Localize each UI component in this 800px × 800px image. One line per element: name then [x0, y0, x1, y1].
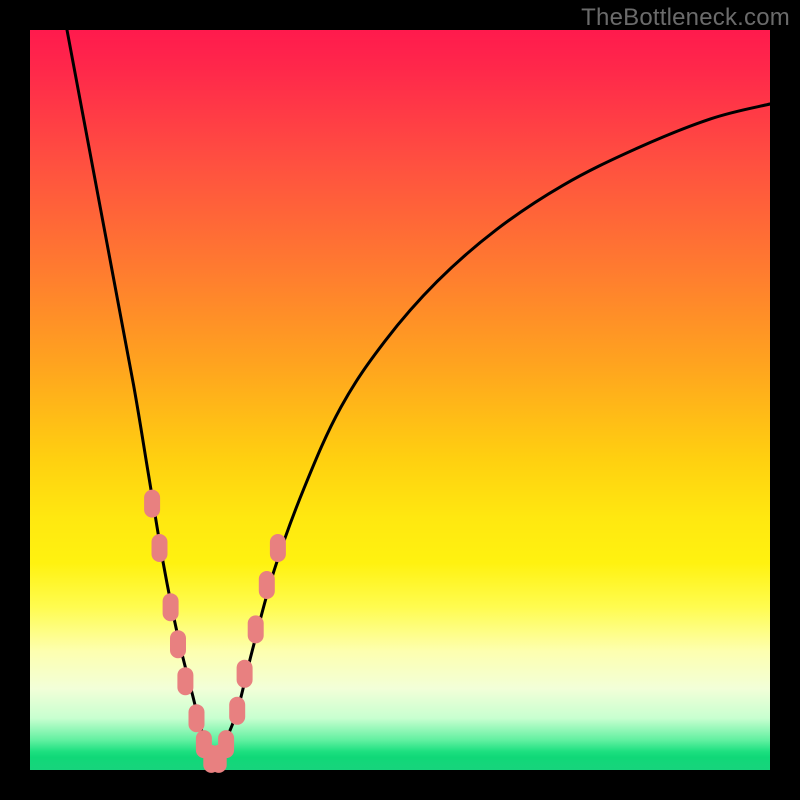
marker-layer: [144, 490, 286, 773]
curve-layer: [30, 30, 770, 770]
curve-marker: [144, 490, 160, 518]
curve-marker: [163, 593, 179, 621]
curve-marker: [218, 730, 234, 758]
curve-marker: [229, 697, 245, 725]
curve-marker: [189, 704, 205, 732]
curve-marker: [237, 660, 253, 688]
curve-marker: [170, 630, 186, 658]
chart-frame: TheBottleneck.com: [0, 0, 800, 800]
curve-marker: [152, 534, 168, 562]
curve-marker: [248, 615, 264, 643]
watermark-text: TheBottleneck.com: [581, 4, 790, 32]
curve-marker: [270, 534, 286, 562]
curve-marker: [259, 571, 275, 599]
curve-marker: [177, 667, 193, 695]
plot-area: [30, 30, 770, 770]
